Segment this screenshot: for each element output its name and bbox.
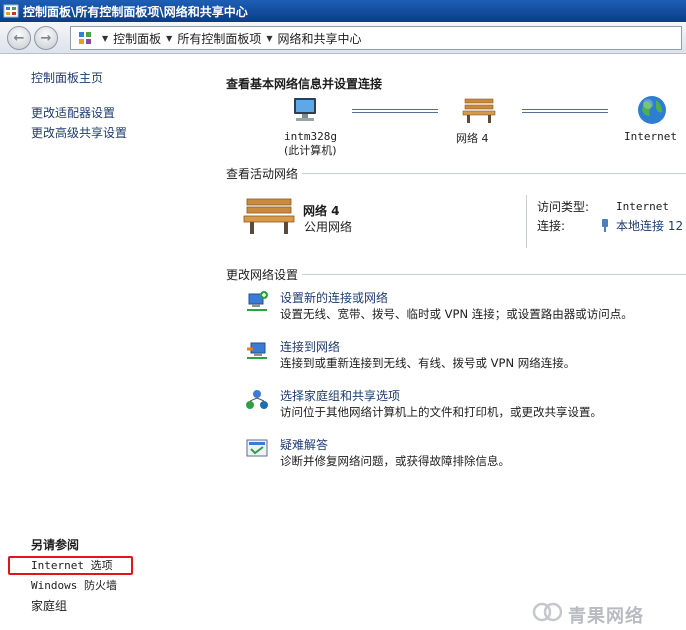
- change-settings-heading: 更改网络设置: [226, 268, 299, 282]
- breadcrumb-control-panel[interactable]: 控制面板: [113, 30, 161, 47]
- local-connection-link[interactable]: 本地连接 12: [616, 217, 683, 234]
- forward-button[interactable]: →: [34, 26, 58, 50]
- title-bar: 控制面板\所有控制面板项\网络和共享中心: [0, 0, 686, 22]
- navigation-toolbar: ← → ▼ 控制面板 ▼ 所有控制面板项 ▼ 网络和共享中心: [0, 22, 686, 54]
- connect-network-icon: [247, 342, 267, 359]
- arrow-right-icon: →: [40, 30, 52, 46]
- watermark-logo-icon: [532, 602, 562, 622]
- window-title: 控制面板\所有控制面板项\网络和共享中心: [23, 4, 248, 19]
- arrow-left-icon: ←: [13, 30, 25, 46]
- homegroup-icon: [246, 390, 268, 409]
- sidebar: 控制面板主页 更改适配器设置 更改高级共享设置 另请参阅 Internet 选项…: [0, 54, 212, 630]
- windows-firewall-link[interactable]: Windows 防火墙: [31, 577, 117, 593]
- connections-label: 连接:: [537, 219, 566, 233]
- internet-label: Internet: [624, 130, 677, 143]
- computer-subtitle: (此计算机): [284, 144, 337, 157]
- troubleshoot-icon: [246, 439, 268, 457]
- new-connection-icon: [247, 291, 268, 311]
- access-type-label: 访问类型:: [537, 200, 590, 214]
- sidebar-adapter-settings-link[interactable]: 更改适配器设置: [31, 104, 115, 121]
- chevron-right-icon[interactable]: ▼: [266, 34, 272, 43]
- active-network-name: 网络 4: [303, 204, 340, 218]
- task-setup-connection-link[interactable]: 设置新的连接或网络: [280, 289, 388, 306]
- chevron-right-icon[interactable]: ▼: [102, 34, 108, 43]
- homegroup-link[interactable]: 家庭组: [31, 597, 67, 614]
- computer-icon: [294, 98, 316, 121]
- access-type-value: Internet: [616, 200, 669, 213]
- breadcrumb-all-items[interactable]: 所有控制面板项: [177, 30, 261, 47]
- bench-icon: [462, 98, 496, 123]
- connection-line: [522, 109, 608, 113]
- back-button[interactable]: ←: [7, 26, 31, 50]
- task-connect-network-link[interactable]: 连接到网络: [280, 338, 340, 355]
- globe-icon: [638, 96, 666, 124]
- page-title: 查看基本网络信息并设置连接: [226, 77, 383, 91]
- internet-options-link[interactable]: Internet 选项: [31, 557, 113, 573]
- see-also-heading: 另请参阅: [31, 538, 80, 552]
- task-homegroup-link[interactable]: 选择家庭组和共享选项: [280, 387, 400, 404]
- active-network-type[interactable]: 公用网络: [304, 218, 352, 235]
- breadcrumb-network-center[interactable]: 网络和共享中心: [278, 30, 362, 47]
- task-connect-network-desc: 连接到或重新连接到无线、有线、拨号或 VPN 网络连接。: [280, 356, 576, 370]
- task-setup-connection-desc: 设置无线、宽带、拨号、临时或 VPN 连接；或设置路由器或访问点。: [280, 307, 633, 321]
- section-divider: [302, 173, 686, 174]
- task-homegroup-desc: 访问位于其他网络计算机上的文件和打印机，或更改共享设置。: [280, 405, 602, 419]
- chevron-right-icon[interactable]: ▼: [166, 34, 172, 43]
- vertical-divider: [526, 195, 527, 248]
- task-troubleshoot-link[interactable]: 疑难解答: [280, 436, 328, 453]
- task-troubleshoot-desc: 诊断并修复网络问题，或获得故障排除信息。: [280, 454, 510, 468]
- active-network-heading: 查看活动网络: [226, 167, 299, 181]
- section-divider: [302, 274, 686, 275]
- bench-icon: [243, 198, 295, 234]
- network-label: 网络 4: [456, 132, 489, 145]
- sidebar-home-link[interactable]: 控制面板主页: [31, 69, 103, 86]
- control-panel-icon: [79, 32, 91, 44]
- connection-line: [352, 109, 438, 113]
- address-bar[interactable]: ▼ 控制面板 ▼ 所有控制面板项 ▼ 网络和共享中心: [70, 26, 682, 50]
- control-panel-icon: [3, 4, 19, 18]
- watermark-text: 青果网络: [568, 606, 644, 627]
- sidebar-sharing-settings-link[interactable]: 更改高级共享设置: [31, 124, 127, 141]
- ethernet-icon: [602, 219, 608, 232]
